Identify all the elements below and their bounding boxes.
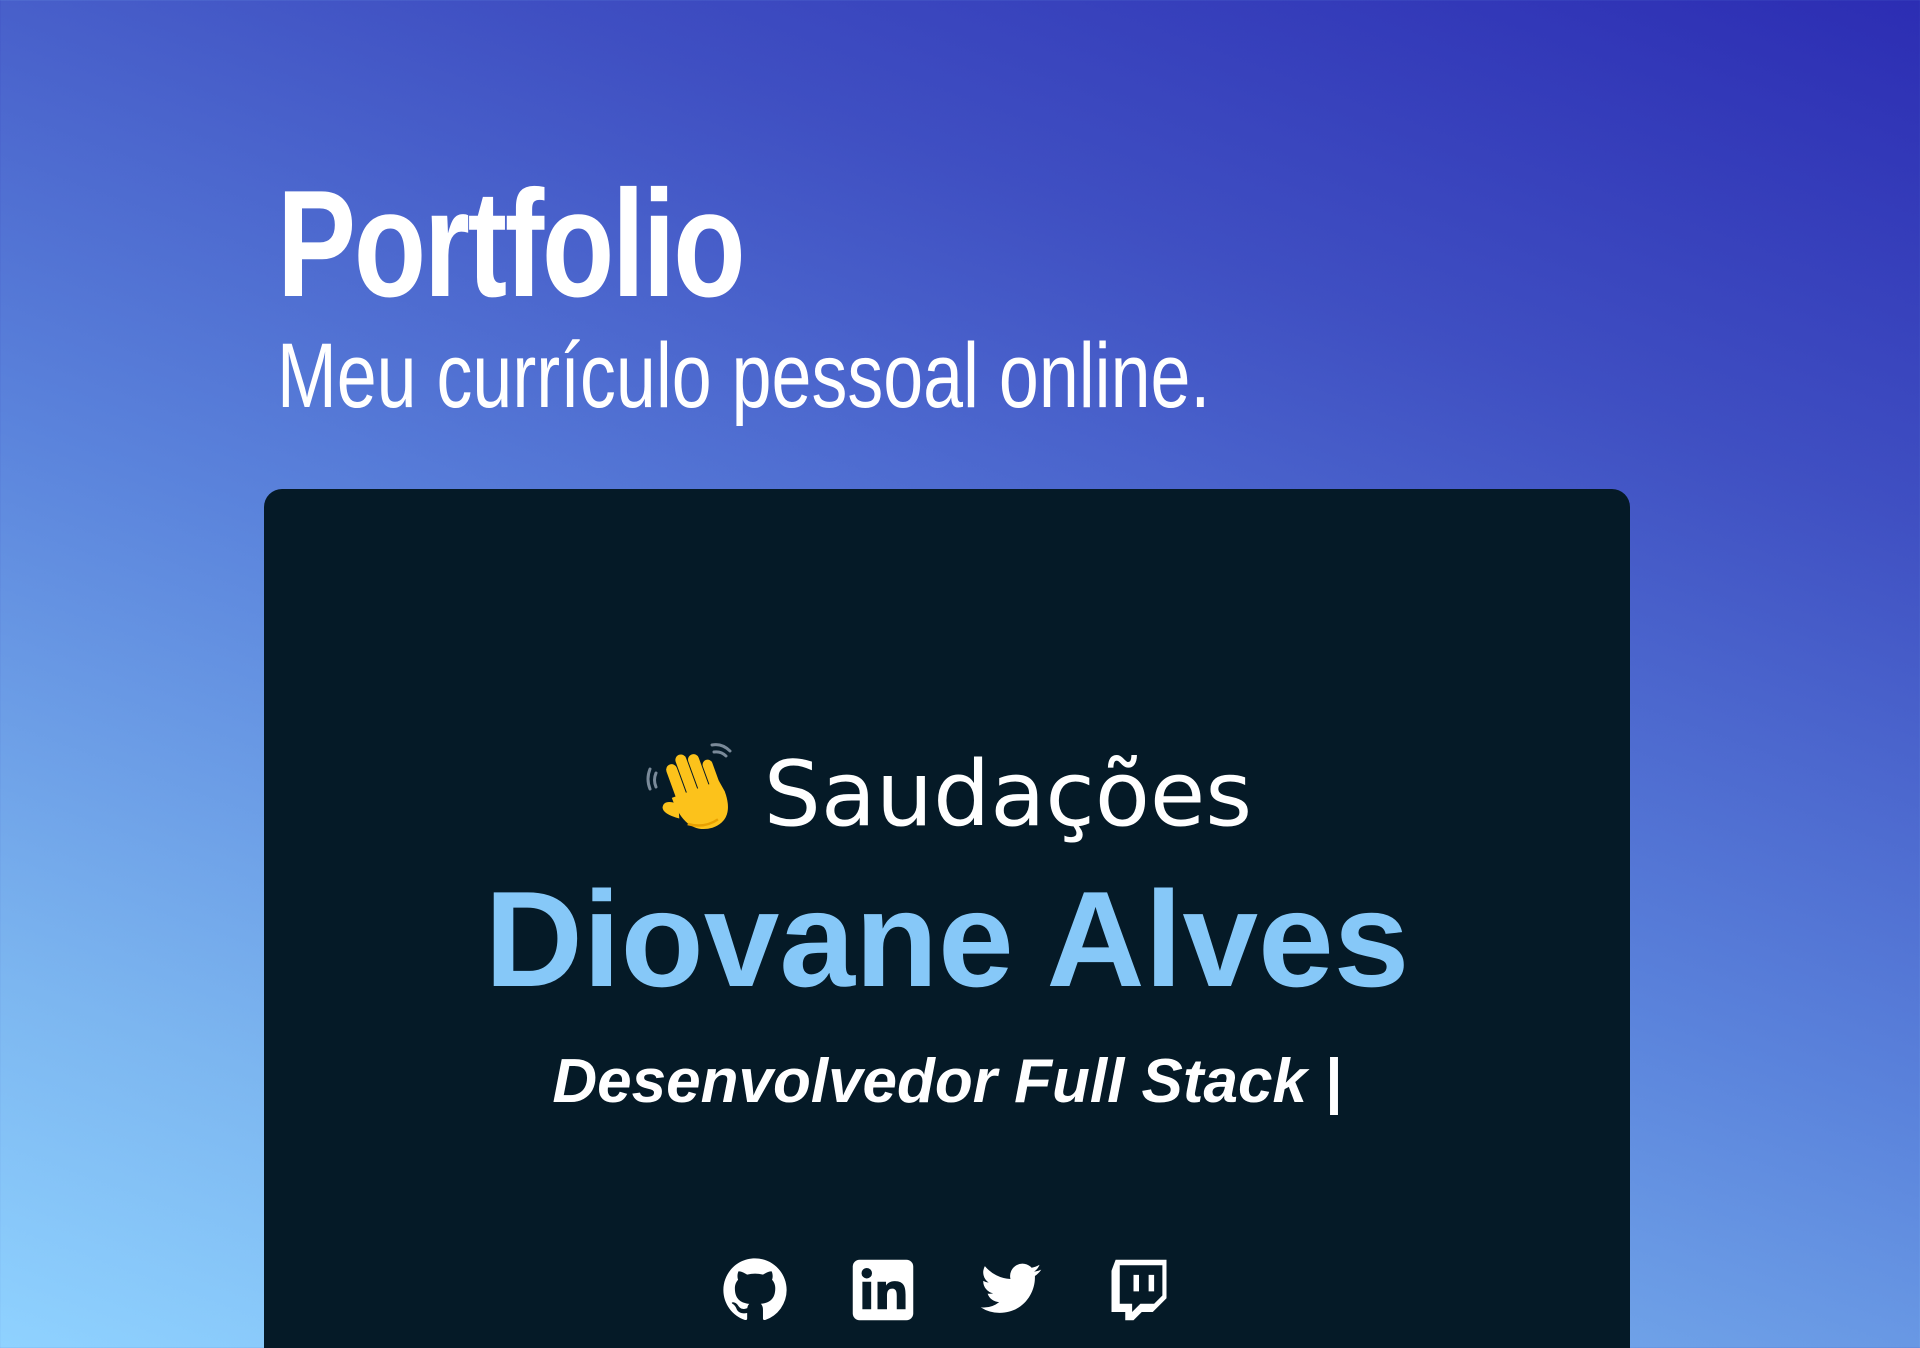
twitch-icon xyxy=(1111,1259,1167,1321)
page-header: Portfolio Meu currículo pessoal online. xyxy=(277,168,1474,422)
intro-card: Saudações Diovane Alves Desenvolvedor Fu… xyxy=(264,489,1630,1348)
linkedin-icon xyxy=(852,1259,914,1321)
github-link[interactable] xyxy=(722,1257,788,1323)
page-title: Portfolio xyxy=(277,159,746,329)
developer-role: Desenvolvedor Full Stack | xyxy=(552,1047,1342,1116)
twitch-link[interactable] xyxy=(1106,1257,1172,1323)
greeting-text: Saudações xyxy=(763,742,1253,847)
twitter-link[interactable] xyxy=(978,1257,1044,1323)
greeting: Saudações xyxy=(264,739,1630,840)
twitter-icon xyxy=(980,1263,1042,1313)
waving-hand-icon xyxy=(642,739,742,839)
page-subtitle: Meu currículo pessoal online. xyxy=(277,325,1211,427)
social-links xyxy=(264,1257,1630,1323)
linkedin-link[interactable] xyxy=(850,1257,916,1323)
developer-name: Diovane Alves xyxy=(484,863,1410,1015)
github-icon xyxy=(723,1258,787,1321)
